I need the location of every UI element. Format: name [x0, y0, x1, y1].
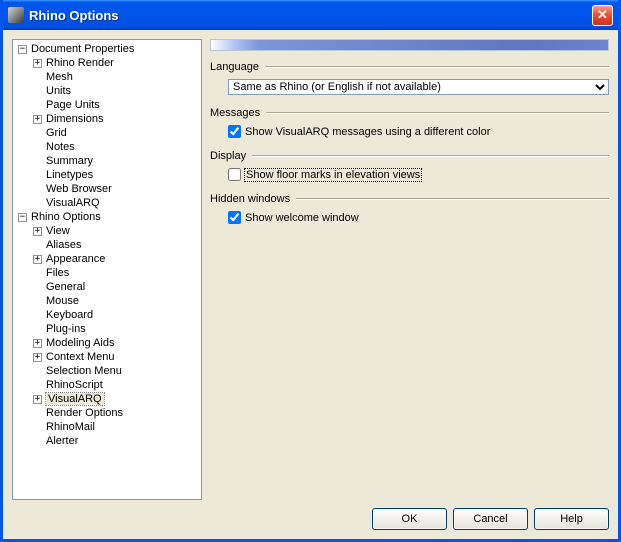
tree-row[interactable]: − Document Properties — [16, 42, 201, 56]
tree-item-document-properties: − Document Properties +Rhino Render Mesh… — [16, 42, 201, 210]
tree-item-general[interactable]: General — [31, 280, 201, 294]
tree-item-rhino-options: − Rhino Options +View Aliases +Appearanc… — [16, 210, 201, 448]
expand-icon[interactable]: + — [33, 395, 42, 404]
expand-icon[interactable]: + — [33, 59, 42, 68]
tree-item-rhinoscript[interactable]: RhinoScript — [31, 378, 201, 392]
messages-color-checkbox[interactable] — [228, 125, 241, 138]
group-title: Language — [210, 61, 259, 73]
group-hidden-windows: Hidden windows Show welcome window — [210, 193, 609, 224]
window-title: Rhino Options — [28, 8, 592, 23]
tree-item-mesh[interactable]: Mesh — [31, 70, 201, 84]
tree-item-notes[interactable]: Notes — [31, 140, 201, 154]
close-button[interactable]: ✕ — [592, 5, 613, 26]
tree-item-rhino-render[interactable]: +Rhino Render — [31, 56, 201, 70]
tree-item-units[interactable]: Units — [31, 84, 201, 98]
header-bar — [210, 39, 609, 51]
tree-item-context-menu[interactable]: +Context Menu — [31, 350, 201, 364]
expand-icon[interactable]: + — [33, 255, 42, 264]
cancel-button[interactable]: Cancel — [453, 508, 528, 530]
tree-item-aliases[interactable]: Aliases — [31, 238, 201, 252]
floor-marks-checkbox[interactable] — [228, 168, 241, 181]
options-window: Rhino Options ✕ − Document Properties +R… — [0, 0, 621, 542]
close-icon: ✕ — [597, 7, 608, 23]
group-title: Hidden windows — [210, 193, 290, 205]
language-select[interactable]: Same as Rhino (or English if not availab… — [228, 79, 609, 95]
tree-item-selection-menu[interactable]: Selection Menu — [31, 364, 201, 378]
options-tree[interactable]: − Document Properties +Rhino Render Mesh… — [12, 39, 202, 500]
tree-item-grid[interactable]: Grid — [31, 126, 201, 140]
group-title: Messages — [210, 107, 260, 119]
titlebar: Rhino Options ✕ — [3, 0, 618, 30]
tree-label: Document Properties — [31, 43, 134, 55]
client-area: − Document Properties +Rhino Render Mesh… — [3, 30, 618, 539]
settings-panel: Language Same as Rhino (or English if no… — [210, 39, 609, 500]
welcome-window-checkbox[interactable] — [228, 211, 241, 224]
floor-marks-label[interactable]: Show floor marks in elevation views — [245, 169, 421, 181]
tree-row[interactable]: − Rhino Options — [16, 210, 201, 224]
expand-icon[interactable]: + — [33, 339, 42, 348]
tree-item-visualarq[interactable]: VisualARQ — [31, 196, 201, 210]
expand-icon[interactable]: + — [33, 115, 42, 124]
expand-icon[interactable]: + — [33, 227, 42, 236]
help-button[interactable]: Help — [534, 508, 609, 530]
tree-item-files[interactable]: Files — [31, 266, 201, 280]
tree-item-render-options[interactable]: Render Options — [31, 406, 201, 420]
group-title: Display — [210, 150, 246, 162]
group-messages: Messages Show VisualARQ messages using a… — [210, 107, 609, 138]
app-icon — [8, 7, 24, 23]
tree-item-appearance[interactable]: +Appearance — [31, 252, 201, 266]
tree-item-page-units[interactable]: Page Units — [31, 98, 201, 112]
expand-icon[interactable]: + — [33, 353, 42, 362]
tree-item-keyboard[interactable]: Keyboard — [31, 308, 201, 322]
collapse-icon[interactable]: − — [18, 213, 27, 222]
button-row: OK Cancel Help — [12, 500, 609, 530]
tree-item-modeling-aids[interactable]: +Modeling Aids — [31, 336, 201, 350]
tree-item-summary[interactable]: Summary — [31, 154, 201, 168]
tree-label: Rhino Options — [31, 211, 101, 223]
welcome-window-label[interactable]: Show welcome window — [245, 212, 359, 224]
tree-item-mouse[interactable]: Mouse — [31, 294, 201, 308]
tree-item-alerter[interactable]: Alerter — [31, 434, 201, 448]
tree-item-visualarq-selected[interactable]: +VisualARQ — [31, 392, 201, 406]
tree-item-view[interactable]: +View — [31, 224, 201, 238]
collapse-icon[interactable]: − — [18, 45, 27, 54]
group-language: Language Same as Rhino (or English if no… — [210, 61, 609, 95]
group-display: Display Show floor marks in elevation vi… — [210, 150, 609, 181]
ok-button[interactable]: OK — [372, 508, 447, 530]
tree-item-dimensions[interactable]: +Dimensions — [31, 112, 201, 126]
tree-item-plugins[interactable]: Plug-ins — [31, 322, 201, 336]
tree-item-rhinomail[interactable]: RhinoMail — [31, 420, 201, 434]
tree-item-web-browser[interactable]: Web Browser — [31, 182, 201, 196]
tree-item-linetypes[interactable]: Linetypes — [31, 168, 201, 182]
messages-color-label[interactable]: Show VisualARQ messages using a differen… — [245, 126, 490, 138]
